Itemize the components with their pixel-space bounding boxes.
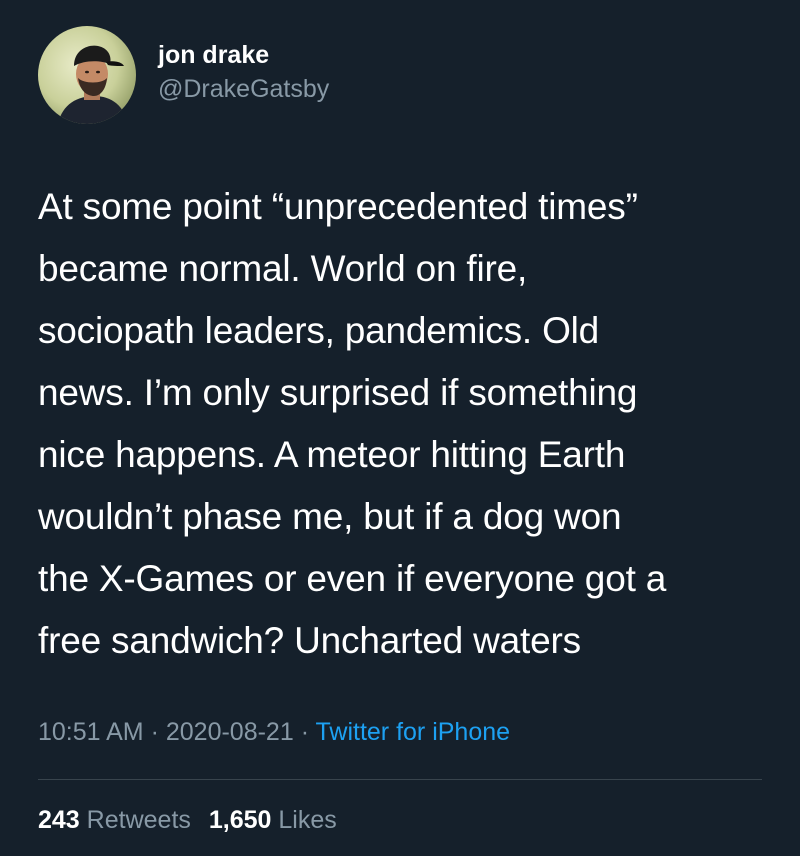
retweets-count: 243 [38,806,80,834]
tweet-text-line: news. I’m only surprised if something [38,372,638,413]
author-names: jon drake @DrakeGatsby [158,39,329,105]
display-name[interactable]: jon drake [158,39,329,71]
likes-label: Likes [278,806,337,834]
tweet-text-line: sociopath leaders, pandemics. Old [38,310,600,351]
tweet-text: At some point “unprecedented times” beca… [38,176,768,672]
tweet-text-line: free sandwich? Uncharted waters [38,620,581,661]
profile-photo-icon [38,26,136,124]
likes-count: 1,650 [208,806,272,834]
avatar[interactable] [38,26,136,124]
tweet-card: jon drake @DrakeGatsby At some point “un… [0,0,800,856]
meta-separator: · [293,718,316,746]
tweet-text-line: wouldn’t phase me, but if a dog won [38,496,622,537]
tweet-text-line: became normal. World on fire, [38,248,528,289]
likes-stat[interactable]: 1,650 Likes [209,806,337,834]
tweet-stats: 243 Retweets 1,650 Likes [38,806,337,835]
retweets-stat[interactable]: 243 Retweets [38,806,191,834]
user-handle[interactable]: @DrakeGatsby [158,73,329,105]
retweets-label: Retweets [86,806,191,834]
tweet-time[interactable]: 10:51 AM [38,718,144,746]
tweet-source-link[interactable]: Twitter for iPhone [316,718,511,746]
tweet-text-line: At some point “unprecedented times” [38,186,638,227]
tweet-text-line: nice happens. A meteor hitting Earth [38,434,626,475]
divider [38,779,762,780]
tweet-text-line: the X-Games or even if everyone got a [38,558,667,599]
tweet-meta: 10:51 AM · 2020-08-21 · Twitter for iPho… [38,718,510,747]
tweet-header: jon drake @DrakeGatsby [38,26,329,124]
meta-separator: · [143,718,166,746]
tweet-date[interactable]: 2020-08-21 [166,718,294,746]
